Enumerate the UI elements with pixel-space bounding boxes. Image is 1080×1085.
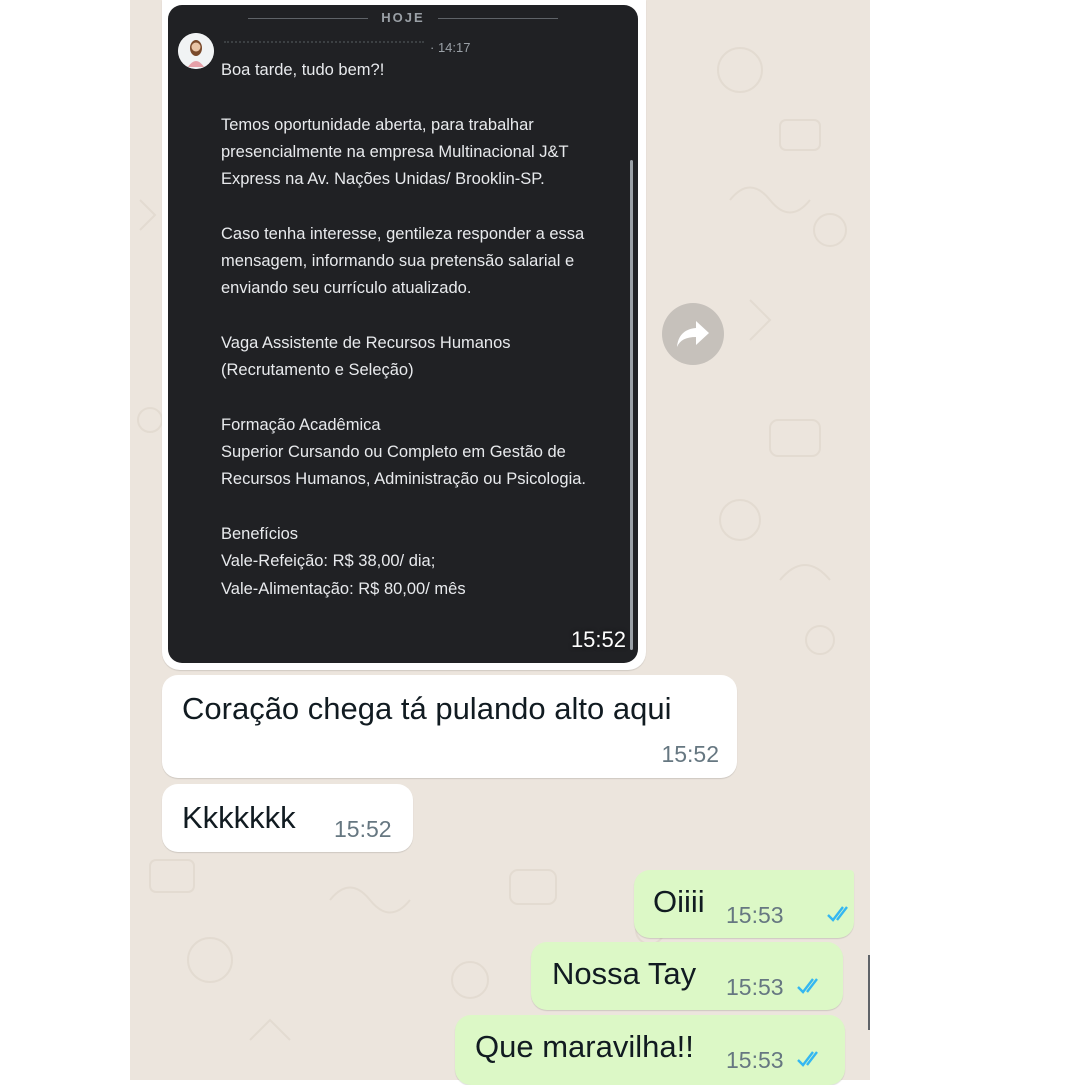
message-text: Oiiii: [653, 884, 705, 919]
inner-scrollbar: [630, 160, 633, 650]
message-time: 15:52: [661, 741, 719, 767]
message-text: Nossa Tay: [552, 956, 697, 991]
incoming-message[interactable]: Coração chega tá pulando alto aqui 15:52: [162, 675, 737, 778]
sender-avatar: [178, 33, 214, 69]
job-offer-message: Boa tarde, tudo bem?! Temos oportunidade…: [221, 61, 587, 598]
day-divider-label: HOJE: [381, 10, 425, 25]
message-text: Kkkkkkk: [182, 800, 296, 835]
forwarded-screenshot[interactable]: HOJE · 14:17 Boa tarde, tudo bem?! Temos…: [168, 5, 638, 663]
image-message-time: 15:52: [570, 627, 626, 652]
message-text: Que maravilha!!: [475, 1029, 694, 1064]
message-time: 15:52: [334, 816, 392, 842]
message-time: 15:53: [726, 902, 784, 928]
message-time: 15:53: [726, 1047, 784, 1073]
sender-name-redacted: [224, 41, 424, 47]
day-divider: HOJE: [168, 10, 638, 25]
inner-message-time: · 14:17: [430, 40, 471, 55]
read-double-check-icon: [797, 1051, 818, 1067]
divider-line: [438, 18, 558, 19]
scroll-indicator[interactable]: [868, 955, 870, 1030]
read-double-check-icon: [797, 978, 818, 994]
message-text: Coração chega tá pulando alto aqui: [182, 691, 672, 726]
outgoing-message[interactable]: Oiiii 15:53: [634, 870, 854, 938]
outgoing-message[interactable]: Que maravilha!! 15:53: [455, 1015, 845, 1085]
read-double-check-icon: [827, 906, 848, 922]
forward-button[interactable]: [662, 303, 724, 365]
message-time: 15:53: [726, 974, 784, 1000]
incoming-message[interactable]: Kkkkkkk 15:52: [162, 784, 413, 852]
divider-line: [248, 18, 368, 19]
outgoing-message[interactable]: Nossa Tay 15:53: [531, 942, 843, 1010]
share-arrow-icon: [677, 321, 709, 347]
